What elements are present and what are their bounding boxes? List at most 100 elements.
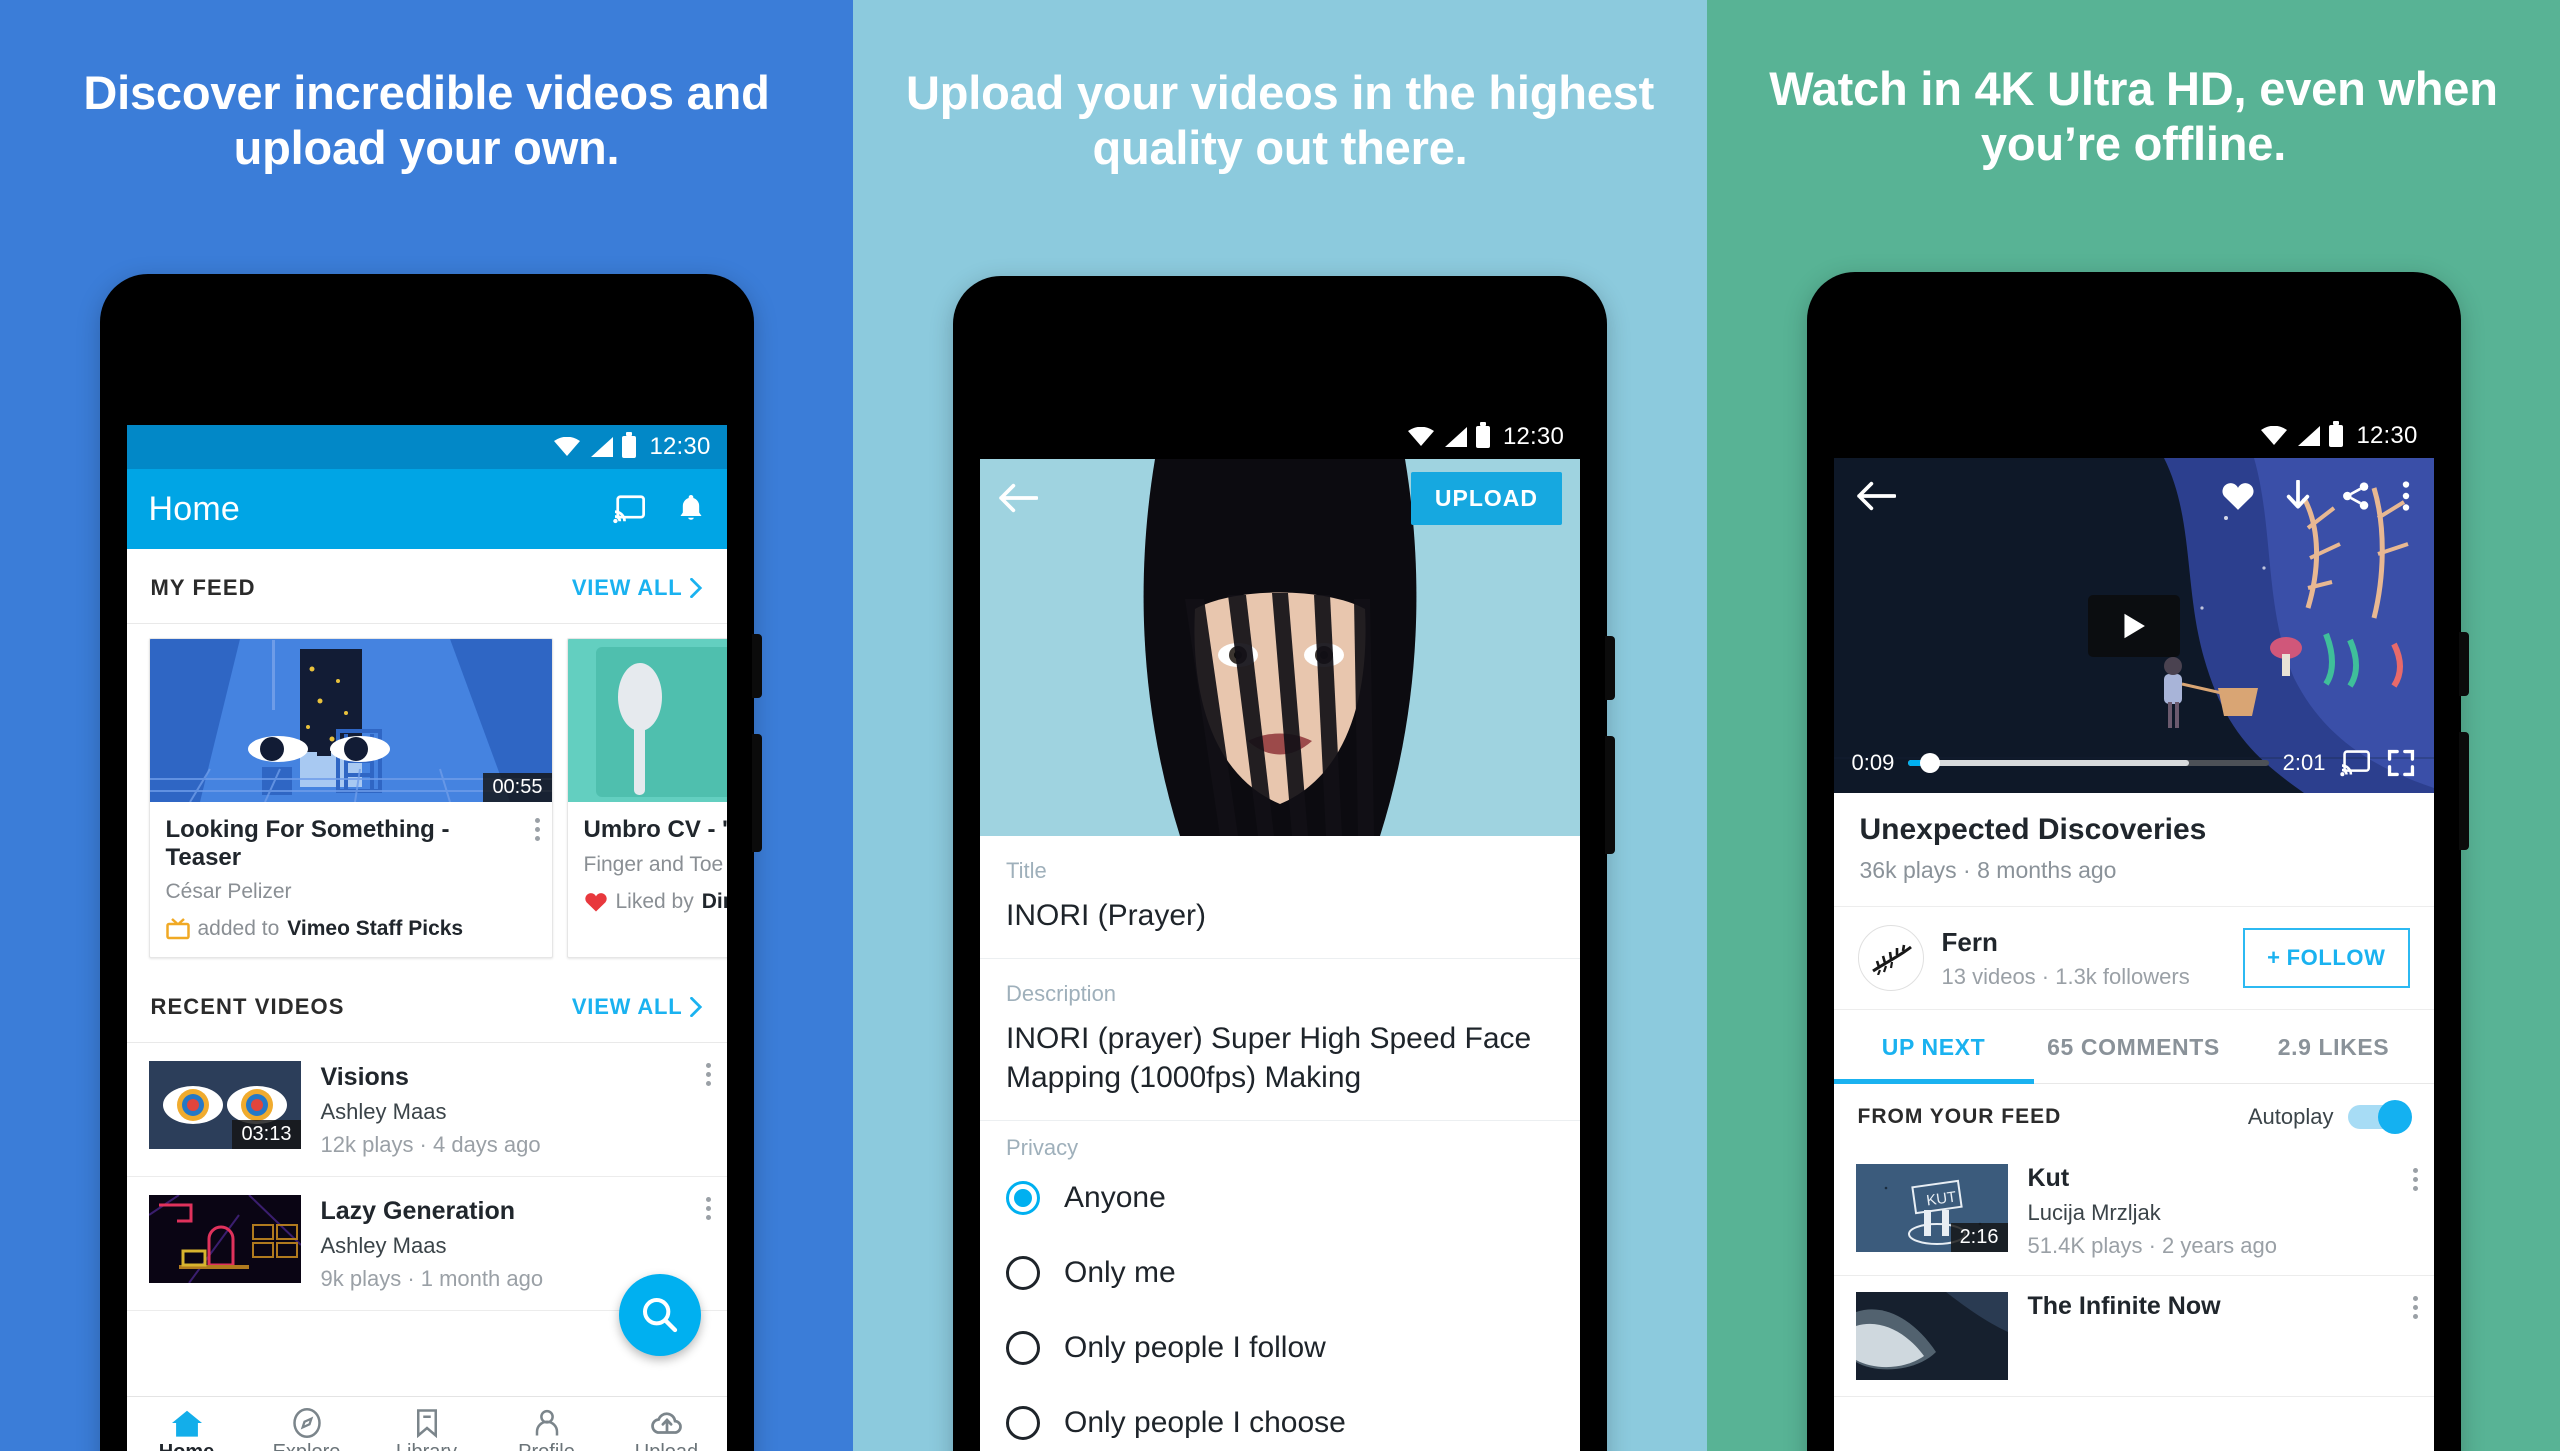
heart-icon — [584, 891, 608, 913]
description-field[interactable]: Description INORI (prayer) Super High Sp… — [980, 958, 1580, 1121]
cast-icon[interactable] — [2339, 749, 2372, 777]
nav-item-home[interactable]: Home — [127, 1408, 247, 1451]
list-item[interactable]: 03:13 Visions Ashley Maas 12k plays · 4 … — [126, 1043, 727, 1178]
search-icon — [640, 1295, 680, 1335]
more-vertical-icon[interactable] — [2400, 480, 2412, 512]
privacy-option-only-me[interactable]: Only me — [1006, 1236, 1554, 1311]
channel-stats: 13 videos · 1.3k followers — [1941, 963, 2190, 989]
video-player[interactable]: 0:09 2:01 — [1833, 458, 2434, 793]
my-feed-section-header: MY FEED VIEW ALL — [126, 549, 727, 624]
bottom-navigation: Home Explore Library Profile — [126, 1396, 727, 1451]
list-item[interactable]: The Infinite Now — [1833, 1276, 2434, 1397]
wifi-icon — [554, 437, 581, 457]
privacy-option-anyone[interactable]: Anyone — [1006, 1161, 1554, 1236]
follow-button[interactable]: + FOLLOW — [2243, 928, 2410, 988]
tv-icon — [165, 918, 190, 940]
tab-likes[interactable]: 2.9 LIKES — [2234, 1010, 2434, 1083]
search-fab-button[interactable] — [618, 1274, 701, 1356]
privacy-option-only-people-i-follow[interactable]: Only people I follow — [1006, 1311, 1554, 1386]
share-icon[interactable] — [2340, 480, 2372, 512]
back-arrow-icon[interactable] — [998, 482, 1038, 514]
tab-up-next[interactable]: UP NEXT — [1833, 1010, 2034, 1084]
more-options-icon[interactable] — [534, 818, 540, 841]
my-feed-card-row: 00:55 Looking For Something - Teaser Cés… — [126, 624, 727, 969]
heart-icon[interactable] — [2220, 480, 2256, 512]
video-thumbnail — [1855, 1292, 2008, 1380]
phone-mockup-2: 12:30 UPLOAD Title INORI (Prayer) Descri… — [953, 276, 1615, 1451]
app-bar: Home — [126, 469, 727, 549]
status-bar: 12:30 — [126, 425, 727, 469]
current-time: 0:09 — [1851, 750, 1895, 775]
video-owner: Ashley Maas — [320, 1099, 447, 1125]
video-title: Lazy Generation — [320, 1197, 516, 1226]
upload-button[interactable]: UPLOAD — [1410, 471, 1562, 525]
seek-handle[interactable] — [1919, 753, 1940, 773]
from-your-feed-header: FROM YOUR FEED Autoplay — [1834, 1084, 2434, 1148]
meta-prefix: added to — [197, 917, 280, 941]
signal-icon — [2296, 426, 2321, 446]
video-preview-hero: UPLOAD — [980, 459, 1580, 836]
nav-label: Explore — [273, 1441, 341, 1451]
phone-3-screen: 12:30 0:09 2:01 Unexpected Discoveries 3… — [1833, 414, 2434, 1451]
page-title: Home — [148, 489, 240, 528]
fullscreen-icon[interactable] — [2386, 749, 2416, 777]
channel-row[interactable]: Fern 13 videos · 1.3k followers + FOLLOW — [1833, 907, 2434, 1010]
video-meta: Liked by Dina s — [584, 890, 727, 914]
field-label: Title — [1006, 858, 1047, 883]
list-item[interactable]: KUT 2:16 Kut Lucija Mrzljak 51.4K plays … — [1833, 1148, 2434, 1276]
avatar[interactable] — [1857, 925, 1924, 991]
video-owner: Ashley Maas — [320, 1233, 447, 1259]
signal-icon — [589, 437, 614, 457]
view-all-link-my-feed[interactable]: VIEW ALL — [572, 575, 703, 601]
feed-card[interactable]: Umbro CV - 'Lig Finger and Toe Liked by … — [566, 638, 727, 959]
player-control-bar: 0:09 2:01 — [1834, 733, 2434, 793]
nav-item-library[interactable]: Library — [367, 1408, 487, 1451]
play-button[interactable] — [2087, 594, 2180, 657]
autoplay-label: Autoplay — [2247, 1104, 2334, 1129]
feed-card[interactable]: 00:55 Looking For Something - Teaser Cés… — [148, 638, 553, 959]
title-value: INORI (Prayer) — [1006, 899, 1207, 932]
more-options-icon[interactable] — [705, 1063, 711, 1087]
more-options-icon[interactable] — [2412, 1296, 2418, 1319]
phone-volume-button — [2458, 732, 2469, 850]
more-options-icon[interactable] — [705, 1197, 711, 1221]
status-time: 12:30 — [2356, 422, 2418, 449]
video-title: Umbro CV - 'Lig — [583, 816, 727, 843]
wifi-icon — [1407, 427, 1434, 447]
autoplay-control[interactable]: Autoplay — [2247, 1100, 2412, 1134]
more-options-icon[interactable] — [2412, 1168, 2418, 1191]
follow-label: FOLLOW — [2286, 945, 2386, 970]
list-item-info: The Infinite Now — [2028, 1292, 2221, 1321]
video-title: Looking For Something - Teaser — [165, 816, 450, 871]
title-field[interactable]: Title INORI (Prayer) — [980, 836, 1580, 959]
option-label: Only me — [1064, 1255, 1176, 1289]
radio-unselected-icon — [1006, 1255, 1040, 1290]
autoplay-toggle[interactable] — [2347, 1100, 2412, 1134]
nav-item-upload[interactable]: Upload — [607, 1408, 727, 1451]
nav-label: Home — [159, 1441, 215, 1451]
section-title: MY FEED — [150, 575, 256, 600]
video-duration: 00:55 — [483, 773, 552, 802]
privacy-option-only-people-i-choose[interactable]: Only people I choose — [1006, 1386, 1554, 1451]
video-thumbnail — [148, 1195, 301, 1284]
status-bar: 12:30 — [980, 415, 1580, 459]
status-icons — [1407, 422, 1490, 448]
tab-comments[interactable]: 65 COMMENTS — [2034, 1010, 2234, 1083]
nav-item-profile[interactable]: Profile — [487, 1408, 607, 1451]
download-icon[interactable] — [2284, 480, 2312, 512]
field-label: Description — [1006, 980, 1117, 1006]
view-all-link-recent[interactable]: VIEW ALL — [572, 994, 703, 1020]
status-time: 12:30 — [1502, 423, 1564, 450]
nav-item-explore[interactable]: Explore — [247, 1407, 367, 1451]
panel-2-headline: Upload your videos in the highest qualit… — [905, 66, 1655, 174]
channel-name: Fern — [1941, 926, 1998, 957]
video-title: The Infinite Now — [2027, 1292, 2221, 1320]
back-arrow-icon[interactable] — [1856, 480, 1896, 512]
phone-side-button — [2458, 632, 2469, 696]
notification-bell-icon[interactable] — [677, 493, 705, 525]
play-icon — [2119, 611, 2149, 641]
seek-bar[interactable] — [1908, 753, 2269, 773]
cast-icon[interactable] — [612, 494, 647, 524]
panel-upload: Upload your videos in the highest qualit… — [853, 0, 1707, 1451]
panel-discover: Discover incredible videos and upload yo… — [0, 0, 853, 1451]
